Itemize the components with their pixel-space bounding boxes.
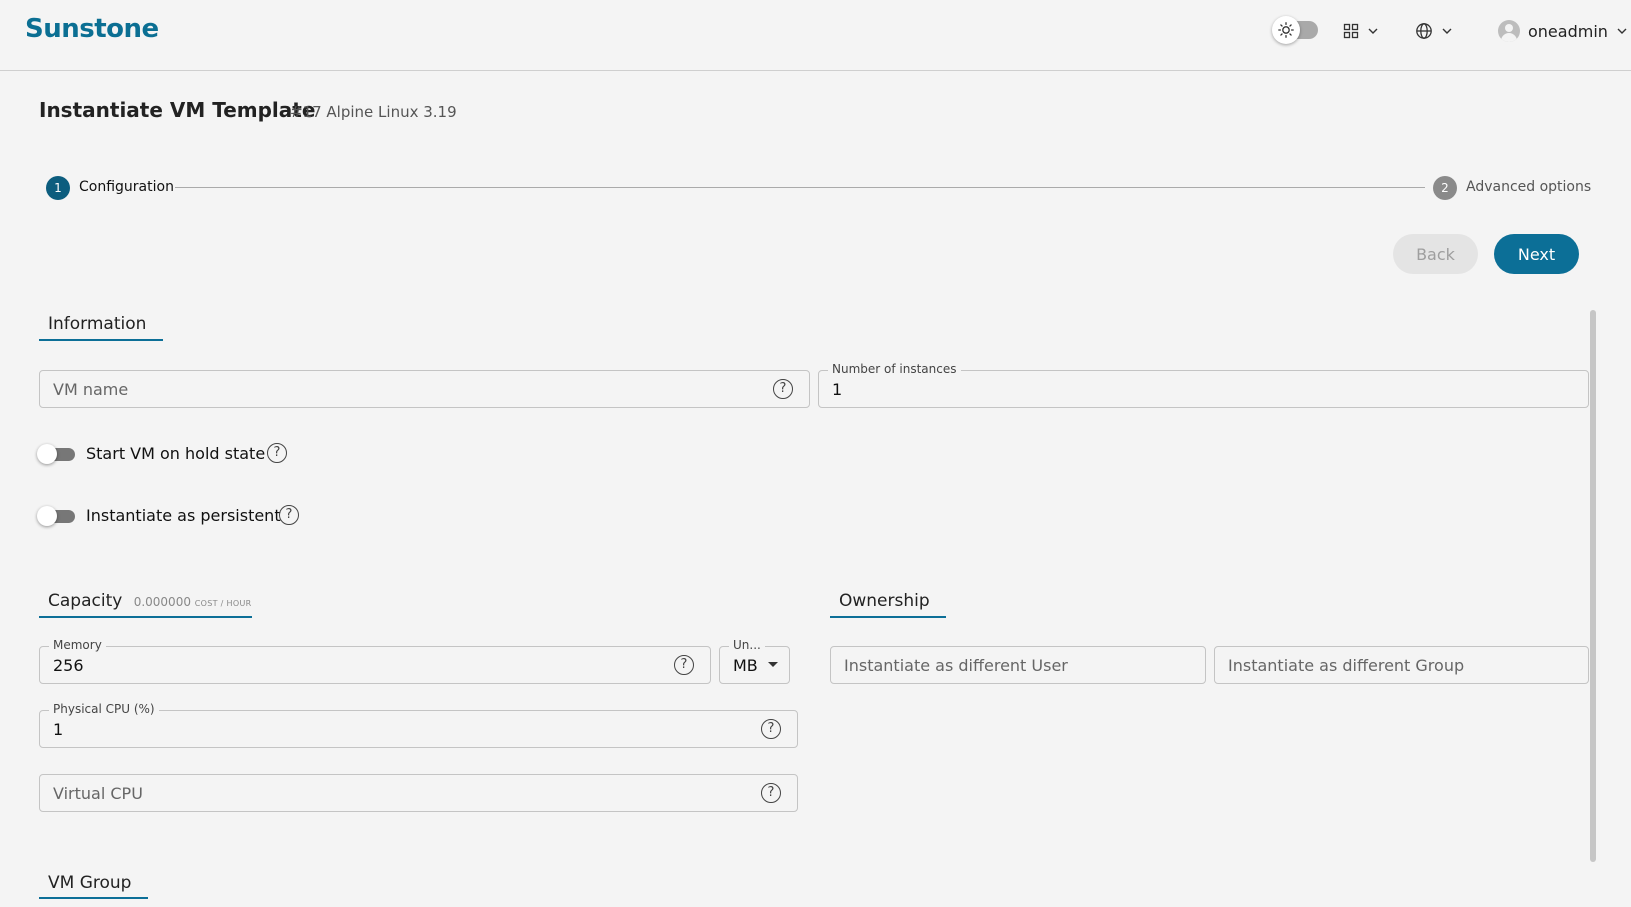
vm-name-placeholder: VM name <box>53 380 129 399</box>
capacity-cost: 0.000000 COST / HOUR <box>134 595 252 609</box>
virtual-cpu-field[interactable]: Virtual CPU ? <box>39 774 798 812</box>
help-icon[interactable]: ? <box>761 719 781 739</box>
physical-cpu-label: Physical CPU (%) <box>49 702 159 716</box>
vm-name-field[interactable]: VM name ? <box>39 370 810 408</box>
grid-icon <box>1343 23 1359 39</box>
hold-state-label: Start VM on hold state <box>86 444 266 463</box>
memory-field[interactable]: Memory 256 ? <box>39 638 711 684</box>
information-section-title: Information <box>48 314 147 334</box>
ownership-underline <box>830 616 946 618</box>
help-icon[interactable]: ? <box>279 505 299 525</box>
physical-cpu-field[interactable]: Physical CPU (%) 1 ? <box>39 702 798 748</box>
theme-toggle[interactable] <box>1272 16 1320 44</box>
capacity-underline <box>39 616 252 618</box>
theme-toggle-thumb <box>1272 16 1300 44</box>
top-bar: Sunstone oneadmin <box>0 0 1631 71</box>
capacity-section-title: Capacity 0.000000 COST / HOUR <box>48 591 251 611</box>
back-button[interactable]: Back <box>1393 234 1478 274</box>
step-1-label[interactable]: Configuration <box>79 179 174 195</box>
memory-unit-label: Un... <box>729 638 765 652</box>
chevron-down-icon <box>1368 28 1378 34</box>
help-icon[interactable]: ? <box>267 443 287 463</box>
sun-icon <box>1278 22 1294 38</box>
dropdown-arrow-icon <box>768 662 778 667</box>
different-user-field[interactable]: Instantiate as different User <box>830 646 1206 684</box>
help-icon[interactable]: ? <box>761 783 781 803</box>
page-subtitle: #17 Alpine Linux 3.19 <box>290 103 457 121</box>
cost-unit: COST / HOUR <box>194 599 252 608</box>
sunstone-logo[interactable]: Sunstone <box>25 14 159 44</box>
globe-icon <box>1416 23 1432 39</box>
page-title: Instantiate VM Template <box>39 98 316 122</box>
user-name: oneadmin <box>1528 21 1608 41</box>
step-2-indicator[interactable]: 2 <box>1433 176 1457 200</box>
virtual-cpu-placeholder: Virtual CPU <box>53 784 143 803</box>
switch-thumb <box>37 444 57 464</box>
persistent-switch[interactable] <box>37 505 77 527</box>
memory-label: Memory <box>49 638 106 652</box>
switch-thumb <box>37 506 57 526</box>
different-group-placeholder: Instantiate as different Group <box>1228 656 1465 675</box>
help-icon[interactable]: ? <box>773 379 793 399</box>
number-of-instances-label: Number of instances <box>828 362 961 376</box>
step-2-label[interactable]: Advanced options <box>1466 179 1591 195</box>
scrollbar[interactable] <box>1590 310 1596 862</box>
different-user-placeholder: Instantiate as different User <box>844 656 1068 675</box>
avatar <box>1498 20 1520 42</box>
vm-group-section-title: VM Group <box>48 873 132 893</box>
language-menu-button[interactable] <box>1415 20 1453 42</box>
cost-value: 0.000000 <box>133 595 191 609</box>
views-menu-button[interactable] <box>1343 20 1379 42</box>
stepper-connector <box>175 187 1425 188</box>
ownership-section-title: Ownership <box>839 591 930 611</box>
hold-state-switch[interactable] <box>37 443 77 465</box>
different-group-field[interactable]: Instantiate as different Group <box>1214 646 1589 684</box>
information-underline <box>39 339 163 341</box>
physical-cpu-value: 1 <box>53 720 64 739</box>
next-button[interactable]: Next <box>1494 234 1579 274</box>
memory-unit-select[interactable]: Un... MB <box>719 638 790 684</box>
help-icon[interactable]: ? <box>674 655 694 675</box>
vm-group-underline <box>39 897 148 899</box>
number-of-instances-value: 1 <box>832 380 843 399</box>
step-1-indicator[interactable]: 1 <box>46 176 70 200</box>
user-menu-button[interactable]: oneadmin <box>1498 20 1628 42</box>
number-of-instances-field[interactable]: Number of instances 1 <box>818 362 1589 408</box>
capacity-title: Capacity <box>48 591 123 611</box>
chevron-down-icon <box>1617 28 1627 34</box>
persistent-label: Instantiate as persistent <box>86 506 281 525</box>
memory-unit-value: MB <box>733 656 758 675</box>
memory-value: 256 <box>53 656 84 675</box>
chevron-down-icon <box>1442 28 1452 34</box>
